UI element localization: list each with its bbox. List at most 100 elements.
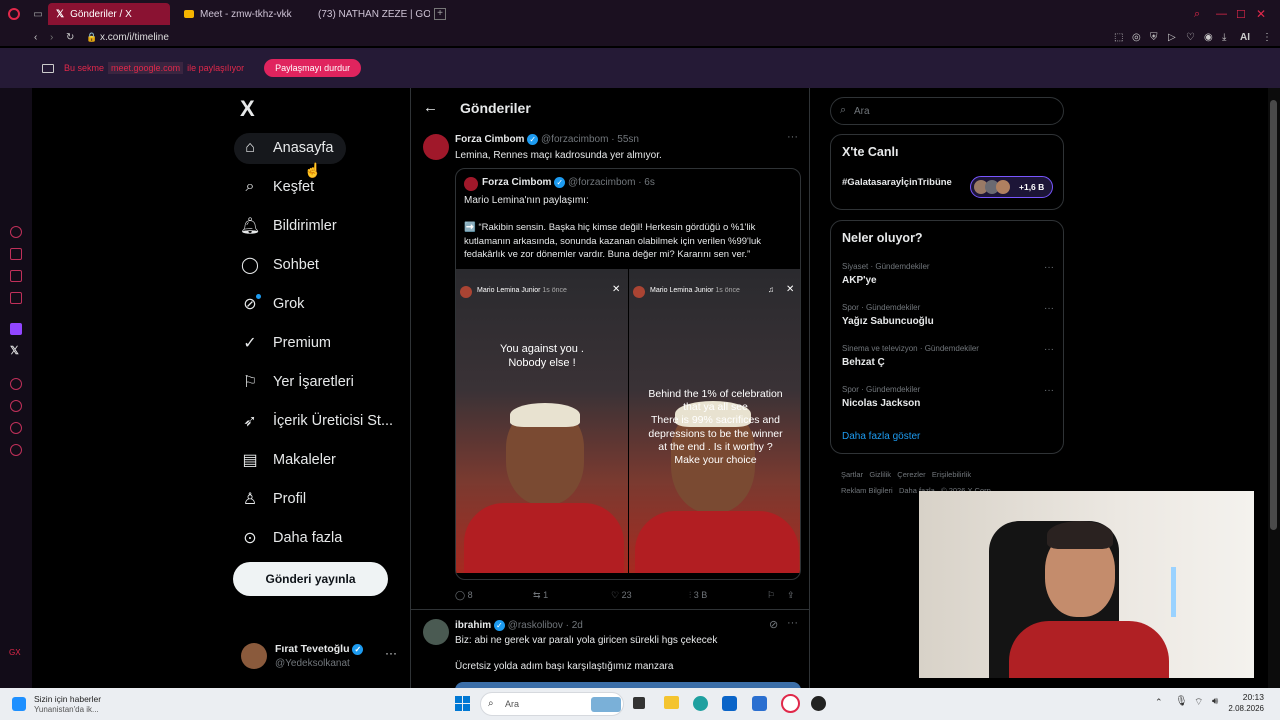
minimize-button[interactable]: — [1216, 8, 1236, 20]
show-more-link[interactable]: Daha fazla göster [842, 431, 920, 442]
edge-icon[interactable] [693, 696, 708, 711]
tweet-media-right[interactable]: Mario Lemina Junior 1s önce ♫ ✕ Behind t… [629, 269, 800, 573]
new-tab-button[interactable]: + [434, 8, 446, 20]
search-tabs-icon[interactable]: ⌕ [1194, 8, 1216, 21]
start-button[interactable] [455, 696, 470, 711]
nav-item-bildirimler[interactable]: 🔔︎ Bildirimler [240, 217, 337, 235]
account-more-icon[interactable]: ··· [385, 646, 397, 660]
footer-link[interactable]: Erişilebilirlik [932, 470, 971, 479]
nav-item-icerik-ureticisi[interactable]: ➶ İçerik Üreticisi St... [241, 412, 393, 430]
tray-chevron-icon[interactable]: ⌃ [1155, 697, 1163, 708]
shield-icon[interactable]: ⛨ [1150, 32, 1168, 43]
sidebar-history-icon[interactable] [10, 400, 22, 412]
play-icon[interactable]: ▷ [1168, 32, 1186, 43]
twitch-icon[interactable] [10, 323, 22, 335]
x-logo[interactable]: X [240, 96, 255, 122]
sidebar-gx-icon[interactable]: GX [9, 648, 21, 657]
like-button[interactable]: ♡ 23 [611, 590, 632, 601]
views-button[interactable]: ⫶ 3 B [689, 590, 707, 601]
scrollbar-thumb[interactable] [1270, 100, 1277, 530]
store-icon[interactable] [752, 696, 767, 711]
opera-logo-icon[interactable] [0, 0, 28, 28]
trend-item[interactable]: Sinema ve televizyon · Gündemdekiler Beh… [842, 344, 1054, 380]
search-box[interactable]: ⌕ Ara [830, 97, 1064, 125]
nav-item-anasayfa[interactable]: ⌂ Anasayfa [241, 139, 333, 157]
account-icon[interactable]: ◉ [1204, 32, 1222, 43]
sidebar-player-icon[interactable] [10, 378, 22, 390]
file-explorer-icon[interactable] [664, 696, 679, 709]
wifi-icon[interactable]: ⌔ [1194, 696, 1203, 709]
footer-link[interactable]: Şartlar [841, 470, 863, 479]
tweet-ibrahim[interactable]: ibrahim ✓ @raskolibov · 2d ⊘ ··· Biz: ab… [411, 611, 809, 688]
tab-youtube[interactable]: (73) NATHAN ZEZE | GOLC [304, 3, 430, 25]
story-close-icon[interactable]: ✕ [786, 284, 794, 295]
menu-icon[interactable]: ⋮ [1262, 32, 1280, 43]
volume-icon[interactable]: 🔊︎ [1212, 696, 1218, 707]
reload-button[interactable]: ↻ [66, 32, 86, 43]
footer-link[interactable]: Reklam Bilgileri [841, 486, 893, 495]
share-button[interactable]: ⇪ [787, 590, 795, 601]
tab-meet[interactable]: Meet - zmw-tkhz-vkk [176, 3, 304, 25]
account-switcher[interactable]: Fırat Tevetoğlu ✓ @Yedeksolkanat ··· [241, 642, 401, 672]
bookmark-button[interactable]: ⚐ [767, 590, 775, 601]
search-input[interactable]: Ara [854, 106, 870, 117]
nav-item-premium[interactable]: ✓ Premium [241, 334, 331, 352]
sidebar-app-icon-3[interactable] [10, 270, 22, 282]
reply-button[interactable]: ◯ 8 [455, 590, 473, 601]
tab-x-timeline[interactable]: 𝕏 Gönderiler / X [48, 3, 170, 25]
taskbar-search[interactable]: ⌕ Ara [480, 692, 624, 716]
trend-item[interactable]: Spor · Gündemdekiler Yağız Sabuncuoğlu ·… [842, 303, 1054, 339]
live-tag[interactable]: #GalatasarayİçinTribüne [842, 176, 958, 189]
opera-gx-taskbar-icon[interactable] [781, 694, 800, 713]
forward-button[interactable]: › [50, 32, 66, 43]
close-window-button[interactable]: ✕ [1256, 7, 1280, 21]
sidebar-app-icon-1[interactable] [10, 226, 22, 238]
clock[interactable]: 20:13 2.08.2026 [1228, 692, 1264, 713]
nav-item-profil[interactable]: ♙ Profil [241, 490, 306, 508]
quoted-tweet[interactable]: Forza Cimbom ✓ @forzacimbom · 6s Mario L… [455, 168, 801, 580]
nav-item-makaleler[interactable]: ▤ Makaleler [241, 451, 335, 469]
post-button[interactable]: Gönderi yayınla [233, 562, 388, 596]
stop-sharing-button[interactable]: Paylaşmayı durdur [264, 59, 362, 77]
snapshot-icon[interactable]: ◎ [1132, 32, 1150, 43]
sidebar-settings-icon[interactable] [10, 444, 22, 456]
news-widget[interactable]: Sizin için haberler Yunanistan'da ik... [12, 692, 152, 716]
trend-more-icon[interactable]: ··· [1044, 385, 1054, 396]
live-spaces-pill[interactable]: +1,6 B [970, 176, 1053, 198]
footer-link[interactable]: Çerezler [897, 470, 925, 479]
app-icon[interactable] [811, 696, 826, 711]
ai-button[interactable]: AI [1240, 32, 1262, 43]
nav-item-grok[interactable]: ⊘ Grok [241, 294, 304, 313]
nav-item-yer-isaretleri[interactable]: ⚐ Yer İşaretleri [241, 373, 354, 391]
nav-item-daha-fazla[interactable]: ⊙ Daha fazla [241, 529, 342, 547]
trend-more-icon[interactable]: ··· [1044, 303, 1054, 314]
tweet-more-icon[interactable]: ··· [787, 617, 798, 629]
maximize-button[interactable]: ☐ [1236, 8, 1256, 21]
tweet-avatar[interactable] [423, 619, 449, 645]
repost-button[interactable]: ⇆ 1 [533, 590, 548, 601]
sidebar-x-icon[interactable]: 𝕏 [10, 344, 19, 357]
task-view-icon[interactable] [633, 697, 645, 709]
nav-item-kesfet[interactable]: ⌕ Keşfet [241, 178, 315, 196]
heart-icon[interactable]: ♡ [1186, 32, 1204, 43]
tweet-avatar[interactable] [423, 134, 449, 160]
trend-item[interactable]: Siyaset · Gündemdekiler AKP'ye ··· [842, 262, 1054, 298]
sidebar-app-icon-4[interactable] [10, 292, 22, 304]
outlook-icon[interactable] [722, 696, 737, 711]
mic-icon[interactable]: 🎙︎ [1175, 696, 1188, 707]
download-icon[interactable]: ⤓ [1222, 32, 1240, 43]
tweet-media-left[interactable]: Mario Lemina Junior 1s önce ✕ You agains… [456, 269, 628, 573]
story-music-icon[interactable]: ♫ [768, 285, 774, 294]
tweet-forza-cimbom[interactable]: Forza Cimbom ✓ @forzacimbom · 55sn ··· L… [411, 126, 809, 610]
tab-grid-icon[interactable]: ▭ [28, 9, 48, 20]
back-arrow-icon[interactable]: ← [423, 99, 438, 116]
nav-item-sohbet[interactable]: ◯ Sohbet [241, 256, 319, 274]
back-button[interactable]: ‹ [34, 32, 50, 43]
tweet-more-icon[interactable]: ··· [787, 131, 798, 143]
extensions-icon[interactable]: ⬚ [1114, 32, 1132, 43]
page-scrollbar[interactable] [1268, 88, 1280, 688]
trend-more-icon[interactable]: ··· [1044, 262, 1054, 273]
grok-tweet-icon[interactable]: ⊘ [769, 618, 778, 631]
footer-link[interactable]: Gizlilik [869, 470, 891, 479]
sidebar-app-icon-2[interactable] [10, 248, 22, 260]
